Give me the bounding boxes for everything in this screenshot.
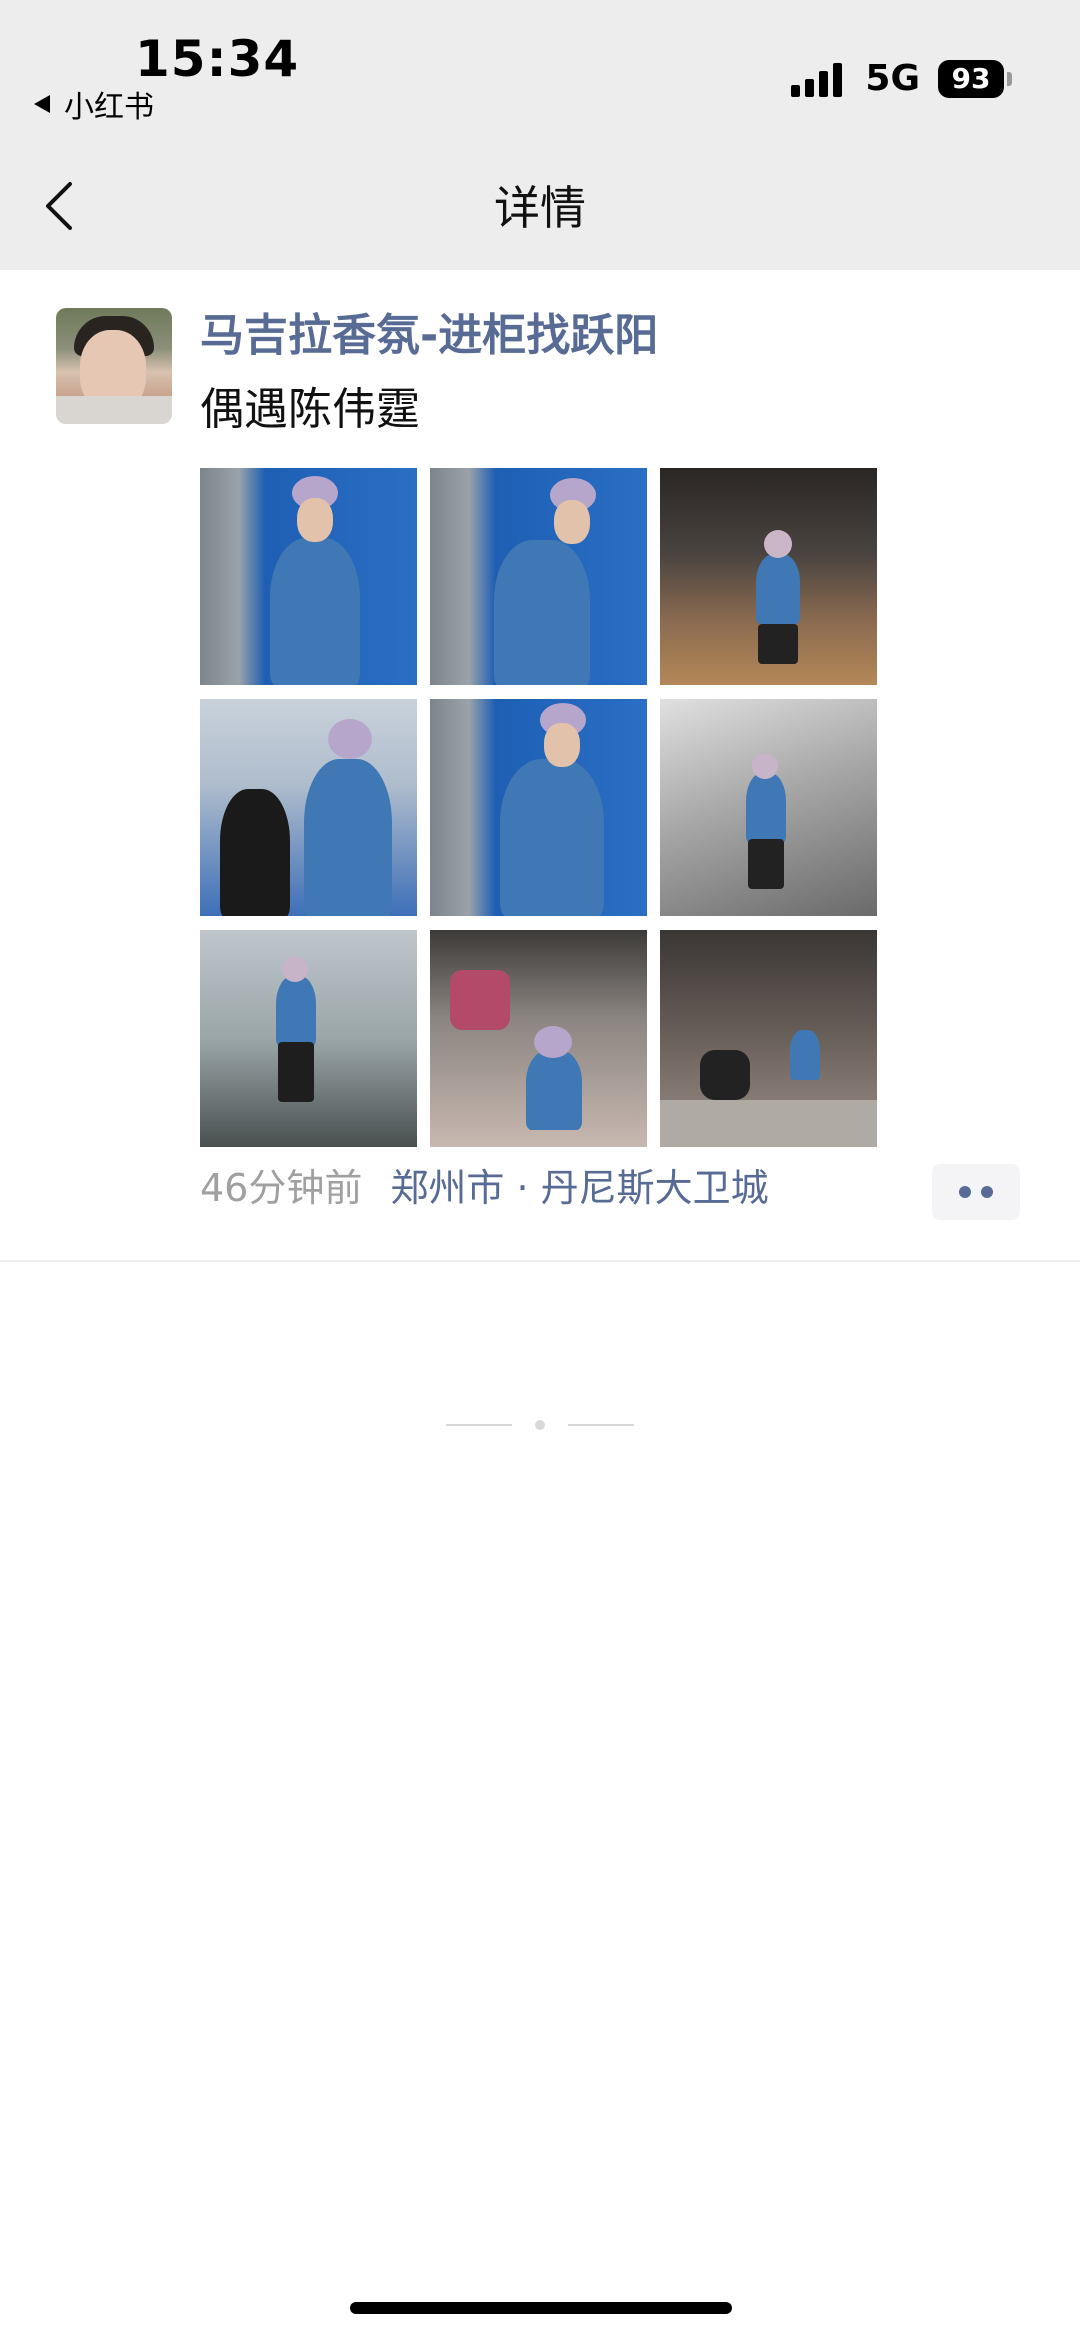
back-app-label: 小红书	[64, 90, 154, 125]
status-indicators: 5G 93	[791, 58, 1012, 99]
post-text: 偶遇陈伟霆	[200, 384, 420, 435]
photo-thumbnail[interactable]	[430, 699, 647, 916]
post-meta: 46分钟前 郑州市 · 丹尼斯大卫城	[200, 1160, 769, 1216]
battery-level: 93	[951, 62, 991, 95]
post-username[interactable]: 马吉拉香氛-进柜找跃阳	[200, 306, 658, 366]
moments-detail-page: 15:34 小红书 5G 93 详情 马吉拉香氛-进柜找跃阳 偶遇陈伟霆 46分…	[0, 0, 1080, 2341]
status-time: 15:34	[135, 30, 300, 88]
home-indicator[interactable]	[350, 2302, 732, 2314]
avatar[interactable]	[56, 308, 172, 424]
photo-thumbnail[interactable]	[660, 930, 877, 1147]
photo-thumbnail[interactable]	[200, 930, 417, 1147]
network-type: 5G	[865, 58, 920, 99]
photo-grid	[200, 468, 880, 1147]
battery-tip	[1007, 71, 1012, 86]
photo-thumbnail[interactable]	[200, 468, 417, 685]
post-location[interactable]: 郑州市 · 丹尼斯大卫城	[390, 1160, 768, 1216]
page-title: 详情	[494, 181, 586, 235]
photo-thumbnail[interactable]	[430, 930, 647, 1147]
back-triangle-icon	[34, 95, 50, 113]
photo-thumbnail[interactable]	[660, 468, 877, 685]
photo-thumbnail[interactable]	[200, 699, 417, 916]
photo-thumbnail[interactable]	[430, 468, 647, 685]
more-dot	[981, 1186, 993, 1198]
back-to-app-link[interactable]: 小红书	[34, 82, 154, 126]
divider	[0, 1260, 1080, 1262]
more-dot	[959, 1186, 971, 1198]
more-actions-button[interactable]	[932, 1164, 1020, 1220]
end-of-content-marker	[446, 1418, 634, 1432]
signal-icon	[791, 61, 847, 97]
photo-thumbnail[interactable]	[660, 699, 877, 916]
battery-icon: 93	[938, 59, 1004, 98]
post-time: 46分钟前	[200, 1166, 363, 1210]
header-bar: 15:34 小红书 5G 93 详情	[0, 0, 1080, 270]
